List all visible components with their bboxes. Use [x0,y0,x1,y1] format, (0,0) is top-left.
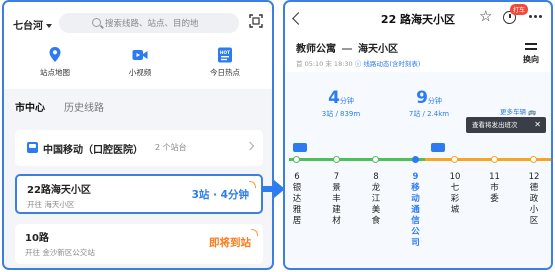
route-direction: 教师公寓 海天小区 [296,40,398,55]
bus-line-row[interactable]: 10路 开往 金沙新区公交站 即将到站 [15,224,263,264]
stop-name: 景丰建材 [332,183,341,226]
switch-direction-label: 换向 [523,55,539,64]
schedule-info: 首 05:10 末 18:30 ⓘ 线路动态(含时刻表) [296,58,420,68]
top-bar: 七台河 搜索线路、站点、目的地 [4,2,272,44]
stop-item[interactable]: 10 七彩城 [449,172,461,216]
realtime-signal-icon [249,181,256,188]
city-name: 七台河 [13,21,43,32]
quick-actions: 站点地图 小视频 HOT 今日热点 [4,44,272,89]
stop-name: 市委 [490,183,499,204]
route-from: 教师公寓 [296,44,336,55]
detail-header: 22 路海天小区 ☆ 打车 [285,2,551,36]
stop-number: 6 [294,172,300,182]
tab-city-center[interactable]: 市中心 [15,99,45,114]
stop-number: 10 [449,172,461,182]
switch-arrows-icon [525,42,537,52]
bus-icon: 🚌 [528,108,537,116]
stop-item[interactable]: 11 市委 [489,172,501,205]
route-dash [342,48,352,50]
timetable-link[interactable]: ⓘ 线路动态(含时刻表) [355,60,421,68]
stop-number: 12 [528,172,540,182]
bus-eta-detail: 3站 / 839m [321,110,361,118]
departures-tooltip[interactable]: 查看将发出班次 ✕ [466,117,546,133]
video-camera-icon [132,50,148,60]
stop-item[interactable]: 7 景丰建材 [331,172,343,227]
scan-icon[interactable] [248,13,264,29]
more-options-icon[interactable] [529,15,532,18]
stop-name: 移动通信公司 [411,183,420,248]
home-screen: 七台河 搜索线路、站点、目的地 站点地图 小视频 HOT 今日热点 市中心 历史… [2,0,274,270]
stop-number: 9 [412,172,419,182]
line-name: 10路 [25,233,49,244]
stop-item[interactable]: 9 移动通信公司 [410,172,422,249]
stop-name: 七彩城 [450,183,460,215]
location-pin-icon [49,47,61,62]
track-passed [289,158,425,161]
bus-eta-minutes: 9 [416,88,428,108]
stop-number: 11 [489,172,500,182]
line-detail-screen: 22 路海天小区 ☆ 打车 教师公寓 海天小区 首 05:10 末 18:30 ⓘ… [283,0,553,270]
line-direction: 开往 金沙新区公交站 [25,248,95,257]
stop-name: 龙江美食 [371,183,381,226]
first-last-time: 首 05:10 末 18:30 [296,60,353,68]
line-direction: 开往 海天小区 [27,200,75,209]
stop-dot [332,156,340,163]
bus-eta-detail: 7站 / 2.4km [408,110,450,118]
stop-item[interactable]: 6 银达雅居 [291,172,303,227]
stop-name: 银达雅居 [292,183,302,226]
switch-direction-button[interactable]: 换向 [523,42,539,65]
line-eta: 3站 · 4分钟 [191,189,249,201]
stop-name: 中国移动（口腔医院） [43,145,143,156]
tab-bar: 市中心 历史线路 [4,90,272,120]
bus-eta-minutes: 4 [328,88,340,108]
stop-dot [451,156,458,163]
stop-number: 7 [333,172,340,182]
today-hot-label: 今日热点 [210,68,240,77]
timetable-link-label: 线路动态(含时刻表) [363,60,421,68]
bus-marker-icon[interactable] [293,143,307,152]
stop-item[interactable]: 12 德政小区 [528,172,540,227]
line-name: 22路海天小区 [27,185,91,196]
tab-history-lines[interactable]: 历史线路 [64,99,104,114]
stop-name: 德政小区 [529,183,539,226]
search-box[interactable]: 搜索线路、站点、目的地 [59,13,239,33]
stop-number: 8 [373,172,379,182]
city-selector[interactable]: 七台河 [13,17,52,32]
svg-text:HOT: HOT [220,50,230,56]
stop-item[interactable]: 8 龙江美食 [370,172,382,227]
chevron-right-icon [245,141,255,151]
short-video-button[interactable]: 小视频 [105,46,175,78]
line-eta: 即将到站 [209,237,251,249]
hot-news-icon: HOT [218,47,232,63]
bus-eta-unit: 分钟 [427,97,442,105]
bus-marker-icon[interactable] [431,143,445,152]
stop-dot [530,156,537,163]
search-icon [92,18,101,27]
stop-platform-count: 2 个站台 [155,143,187,152]
more-buses-label: 更多车辆 [500,108,526,116]
bus-stop-icon [27,142,38,153]
station-map-label: 站点地图 [40,68,70,77]
bus-eta-2[interactable]: 9分钟 7站 / 2.4km [389,88,469,119]
stop-dot [490,156,498,163]
close-icon[interactable]: ✕ [534,117,541,133]
station-map-button[interactable]: 站点地图 [20,46,90,78]
stop-dot [372,156,379,163]
today-hot-button[interactable]: HOT 今日热点 [190,46,260,78]
route-to: 海天小区 [358,44,398,55]
short-video-label: 小视频 [128,68,152,77]
realtime-signal-icon [251,229,258,236]
bus-eta-unit: 分钟 [339,97,354,105]
search-placeholder: 搜索线路、站点、目的地 [105,19,199,29]
taxi-badge[interactable]: 打车 [510,4,529,15]
tooltip-text: 查看将发出班次 [472,121,518,129]
bus-line-row[interactable]: 22路海天小区 开往 海天小区 3站 · 4分钟 [15,174,263,214]
more-buses-link[interactable]: 更多车辆 🚌 [500,106,536,116]
star-icon[interactable]: ☆ [479,9,492,24]
stop-dot [411,156,419,163]
stop-card[interactable]: 中国移动（口腔医院） 2 个站台 [15,130,263,166]
stop-dot [293,156,300,163]
caret-down-icon [46,24,52,28]
bus-eta-1[interactable]: 4分钟 3站 / 839m [301,88,381,119]
